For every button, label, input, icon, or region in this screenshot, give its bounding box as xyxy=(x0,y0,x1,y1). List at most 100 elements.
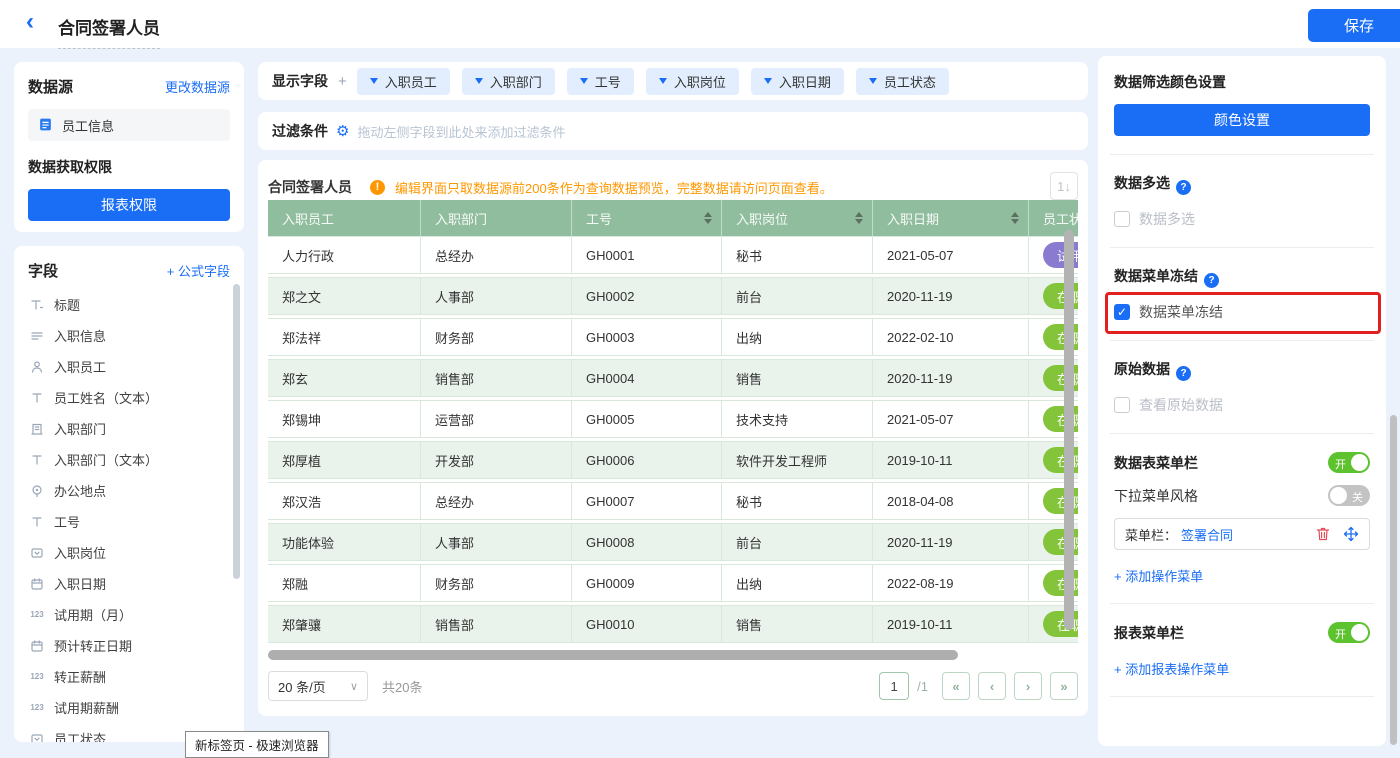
dropdown-style-toggle[interactable]: 关 xyxy=(1328,485,1370,506)
multi-select-checkbox-row[interactable]: 数据多选 xyxy=(1114,209,1370,229)
table-row[interactable]: 功能体验 人事部 GH0008 前台 2020-11-19 在职 xyxy=(268,523,1078,561)
page-total: /1 xyxy=(917,679,928,694)
chip-label: 入职员工 xyxy=(385,72,437,91)
display-field-chip[interactable]: 入职部门 xyxy=(462,68,555,95)
table-row[interactable]: 郑汉浩 总经办 GH0007 秘书 2018-04-08 在职 xyxy=(268,482,1078,520)
field-item[interactable]: 123 试用期（月） xyxy=(14,599,244,630)
field-label: 标题 xyxy=(54,295,80,314)
column-header[interactable]: 入职员工 xyxy=(268,200,421,236)
checkbox-label: 数据多选 xyxy=(1139,209,1195,229)
help-icon[interactable]: ? xyxy=(1204,273,1219,288)
field-item[interactable]: 入职日期 xyxy=(14,568,244,599)
field-item[interactable]: 员工姓名（文本） xyxy=(14,382,244,413)
table-menubar-toggle[interactable]: 开 xyxy=(1328,452,1370,473)
text-icon xyxy=(29,391,45,405)
table-row[interactable]: 郑玄 销售部 GH0004 销售 2020-11-19 在职 xyxy=(268,359,1078,397)
table-header-row: 入职员工 入职部门 工号 入职岗位 入职日期 员工状态 xyxy=(268,200,1078,236)
field-item[interactable]: 入职员工 xyxy=(14,351,244,382)
menubar-item[interactable]: 菜单栏： 签署合同 xyxy=(1114,518,1370,550)
cell-employee: 郑厚植 xyxy=(268,442,421,478)
column-header[interactable]: 入职日期 xyxy=(873,200,1029,236)
field-item[interactable]: 办公地点 xyxy=(14,475,244,506)
page-title: 合同签署人员 xyxy=(58,14,160,49)
field-item[interactable]: 123 试用期薪酬 xyxy=(14,692,244,723)
table-row[interactable]: 郑锡坤 运营部 GH0005 技术支持 2021-05-07 在职 xyxy=(268,400,1078,438)
field-item[interactable]: 工号 xyxy=(14,506,244,537)
add-display-field-button[interactable]: + xyxy=(338,73,347,90)
save-button[interactable]: 保存 xyxy=(1308,9,1400,42)
page-prev-button[interactable]: ‹ xyxy=(978,672,1006,700)
table-row[interactable]: 郑肇骧 销售部 GH0010 销售 2019-10-11 在职 xyxy=(268,605,1078,643)
checkbox-checked[interactable]: ✓ xyxy=(1114,304,1130,320)
field-label: 入职岗位 xyxy=(54,543,106,562)
field-item[interactable]: 入职信息 xyxy=(14,320,244,351)
report-permission-button[interactable]: 报表权限 xyxy=(28,189,230,221)
date-icon xyxy=(29,639,45,653)
column-header[interactable]: 工号 xyxy=(572,200,722,236)
cell-job-no: GH0007 xyxy=(572,483,722,519)
sort-arrows-icon[interactable] xyxy=(1011,212,1019,224)
help-icon[interactable]: ? xyxy=(1176,180,1191,195)
table-row[interactable]: 郑法祥 财务部 GH0003 出纳 2022-02-10 在职 xyxy=(268,318,1078,356)
page-last-button[interactable]: » xyxy=(1050,672,1078,700)
checkbox-unchecked[interactable] xyxy=(1114,397,1130,413)
color-settings-button[interactable]: 颜色设置 xyxy=(1114,104,1370,136)
checkbox-unchecked[interactable] xyxy=(1114,211,1130,227)
display-field-chip[interactable]: 员工状态 xyxy=(856,68,949,95)
fields-card: 字段 + 公式字段 标题 入职信息 入职员工 员工姓名（文本） 入职部门 入职部… xyxy=(14,246,244,742)
cell-department: 财务部 xyxy=(421,319,572,355)
add-action-menu-link[interactable]: + 添加操作菜单 xyxy=(1114,566,1203,585)
page-first-button[interactable]: « xyxy=(942,672,970,700)
field-item[interactable]: 入职部门 xyxy=(14,413,244,444)
field-item[interactable]: 入职部门（文本） xyxy=(14,444,244,475)
move-icon[interactable] xyxy=(1343,526,1359,542)
add-formula-field-link[interactable]: + 公式字段 xyxy=(167,261,230,280)
field-item[interactable]: 入职岗位 xyxy=(14,537,244,568)
field-item[interactable]: 123 转正薪酬 xyxy=(14,661,244,692)
display-fields-label: 显示字段 xyxy=(272,71,328,91)
table-horizontal-scrollbar[interactable] xyxy=(268,650,958,660)
field-label: 工号 xyxy=(54,512,80,531)
table-vertical-scrollbar[interactable] xyxy=(1064,230,1074,630)
cell-department: 开发部 xyxy=(421,442,572,478)
menubar-item-value[interactable]: 签署合同 xyxy=(1181,525,1233,544)
page-size-select[interactable]: 20 条/页 ∨ xyxy=(268,671,368,701)
change-datasource-link[interactable]: 更改数据源 xyxy=(165,77,230,96)
page-next-button[interactable]: › xyxy=(1014,672,1042,700)
datasource-item[interactable]: 员工信息 xyxy=(28,109,230,141)
sort-order-tool[interactable]: 1↓ xyxy=(1050,172,1078,200)
page-number-input[interactable] xyxy=(879,672,909,700)
field-item[interactable]: 标题 xyxy=(14,289,244,320)
delete-icon[interactable] xyxy=(1315,526,1331,542)
raw-data-checkbox-row[interactable]: 查看原始数据 xyxy=(1114,395,1370,415)
table-row[interactable]: 郑融 财务部 GH0009 出纳 2022-08-19 在职 xyxy=(268,564,1078,602)
cell-date: 2018-04-08 xyxy=(873,483,1029,519)
table-row[interactable]: 人力行政 总经办 GH0001 秘书 2021-05-07 试用期 xyxy=(268,236,1078,274)
display-field-chip[interactable]: 工号 xyxy=(567,68,634,95)
menu-freeze-checkbox-row[interactable]: ✓ 数据菜单冻结 xyxy=(1114,302,1370,322)
table-row[interactable]: 郑之文 人事部 GH0002 前台 2020-11-19 在职 xyxy=(268,277,1078,315)
gear-icon[interactable]: ⚙ xyxy=(336,122,349,140)
report-menubar-toggle[interactable]: 开 xyxy=(1328,622,1370,643)
column-header[interactable]: 入职岗位 xyxy=(722,200,873,236)
sort-arrows-icon[interactable] xyxy=(704,212,712,224)
back-icon[interactable]: ‹ xyxy=(26,8,34,36)
column-header[interactable]: 入职部门 xyxy=(421,200,572,236)
chip-label: 员工状态 xyxy=(884,72,936,91)
table-row[interactable]: 郑厚植 开发部 GH0006 软件开发工程师 2019-10-11 在职 xyxy=(268,441,1078,479)
page-scrollbar[interactable] xyxy=(1390,415,1397,745)
field-item[interactable]: 预计转正日期 xyxy=(14,630,244,661)
help-icon[interactable]: ? xyxy=(1176,366,1191,381)
department-icon xyxy=(29,422,45,436)
toggle-knob xyxy=(1351,454,1368,471)
sort-arrows-icon[interactable] xyxy=(855,212,863,224)
cell-position: 出纳 xyxy=(722,565,873,601)
display-field-chip[interactable]: 入职岗位 xyxy=(646,68,739,95)
add-report-action-menu-link[interactable]: + 添加报表操作菜单 xyxy=(1114,659,1229,678)
checkbox-label: 数据菜单冻结 xyxy=(1139,302,1223,322)
fields-scrollbar[interactable] xyxy=(233,284,240,579)
display-field-chip[interactable]: 入职日期 xyxy=(751,68,844,95)
display-field-chip[interactable]: 入职员工 xyxy=(357,68,450,95)
field-label: 试用期薪酬 xyxy=(54,698,119,717)
data-permission-title: 数据获取权限 xyxy=(28,157,230,177)
